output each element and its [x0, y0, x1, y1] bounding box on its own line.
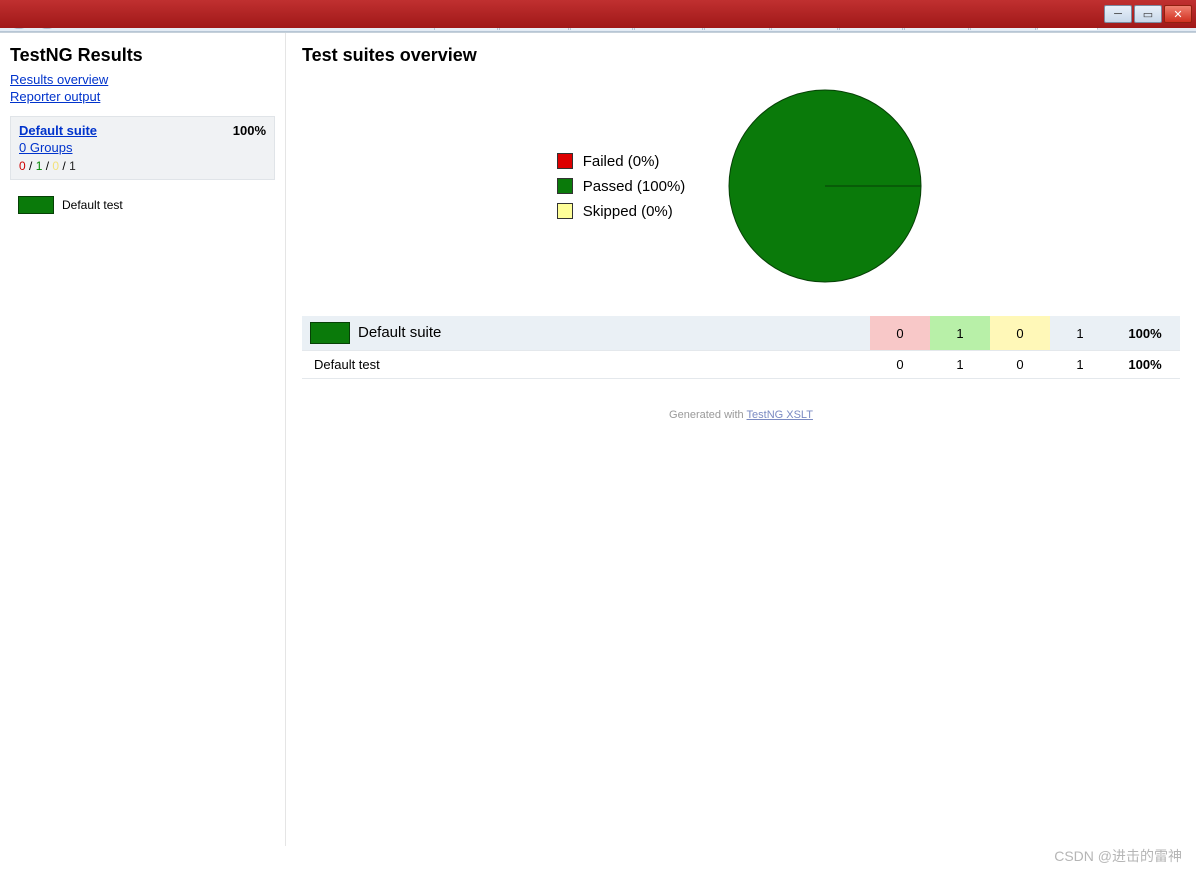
footer-text: Generated with TestNG XSLT — [302, 409, 1180, 421]
watermark: CSDN @进击的雷神 — [1054, 846, 1182, 866]
sidebar: TestNG Results Results overview Reporter… — [0, 33, 286, 846]
window-titlebar: ─ ▭ ✕ — [0, 0, 1196, 28]
suite-summary-box: Default suite 100% 0 Groups 0 / 1 / 0 / … — [10, 116, 275, 180]
test-name-cell: Default test — [302, 351, 870, 379]
chart-area: Failed (0%) Passed (100%) Skipped (0%) — [302, 86, 1180, 286]
suite-pct: 100% — [233, 123, 266, 140]
main-panel: Test suites overview Failed (0%) Passed … — [286, 33, 1196, 846]
close-button[interactable]: ✕ — [1164, 5, 1192, 23]
cell-total: 1 — [1050, 316, 1110, 351]
cell-skipped: 0 — [990, 316, 1050, 351]
legend-swatch-passed — [557, 178, 573, 194]
test-entry-label: Default test — [62, 198, 123, 212]
maximize-button[interactable]: ▭ — [1134, 5, 1162, 23]
legend-swatch-failed — [557, 153, 573, 169]
cell-pct: 100% — [1110, 316, 1180, 351]
pass-swatch-icon — [18, 196, 54, 214]
legend-swatch-skipped — [557, 203, 573, 219]
link-reporter-output[interactable]: Reporter output — [10, 89, 100, 104]
pie-chart — [725, 86, 925, 286]
table-row-test[interactable]: Default test 0 1 0 1 100% — [302, 351, 1180, 379]
link-results-overview[interactable]: Results overview — [10, 72, 108, 87]
sidebar-title: TestNG Results — [10, 45, 275, 66]
page-content: TestNG Results Results overview Reporter… — [0, 32, 1196, 846]
cell-failed: 0 — [870, 316, 930, 351]
suite-name-cell: Default suite — [358, 324, 441, 341]
legend-failed: Failed (0%) — [583, 153, 660, 170]
table-row-suite[interactable]: Default suite 0 1 0 1 100% — [302, 316, 1180, 351]
cell-failed: 0 — [870, 351, 930, 379]
chart-legend: Failed (0%) Passed (100%) Skipped (0%) — [557, 145, 686, 228]
cell-pct: 100% — [1110, 351, 1180, 379]
cell-skipped: 0 — [990, 351, 1050, 379]
minimize-button[interactable]: ─ — [1104, 5, 1132, 23]
results-table: Default suite 0 1 0 1 100% Default test … — [302, 316, 1180, 379]
test-entry[interactable]: Default test — [10, 190, 275, 220]
suite-swatch-icon — [310, 322, 350, 344]
cell-passed: 1 — [930, 316, 990, 351]
cell-total: 1 — [1050, 351, 1110, 379]
suite-counts: 0 / 1 / 0 / 1 — [19, 159, 266, 173]
link-groups[interactable]: 0 Groups — [19, 140, 72, 155]
cell-passed: 1 — [930, 351, 990, 379]
legend-skipped: Skipped (0%) — [583, 203, 673, 220]
link-default-suite[interactable]: Default suite — [19, 123, 97, 138]
legend-passed: Passed (100%) — [583, 178, 686, 195]
link-testng-xslt[interactable]: TestNG XSLT — [747, 409, 813, 421]
page-title: Test suites overview — [302, 45, 1180, 66]
